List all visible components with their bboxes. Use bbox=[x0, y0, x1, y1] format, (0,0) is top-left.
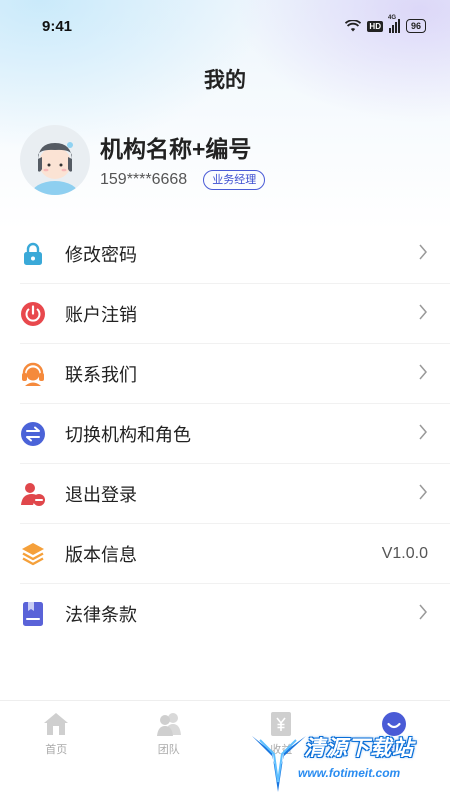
menu-item-label: 版本信息 bbox=[65, 545, 137, 565]
user-logout-icon bbox=[20, 481, 46, 507]
status-time: 9:41 bbox=[42, 17, 73, 35]
status-icons: HD 4G 96 bbox=[345, 15, 426, 33]
watermark: 清源下载站 www.fotimeit.com bbox=[250, 726, 430, 796]
network-label: 4G bbox=[387, 15, 396, 21]
org-name: 机构名称+编号 bbox=[100, 136, 252, 162]
chevron-right-icon bbox=[418, 304, 428, 325]
wifi-icon bbox=[345, 20, 362, 32]
battery-indicator: 96 bbox=[405, 19, 426, 33]
phone-row: 159****6668 业务经理 bbox=[100, 170, 266, 190]
menu-item-label: 联系我们 bbox=[65, 365, 137, 385]
status-bar: 9:41 HD 4G 96 bbox=[0, 0, 450, 52]
menu-item-change-password[interactable]: 修改密码 bbox=[0, 224, 450, 284]
menu-item-label: 退出登录 bbox=[65, 485, 137, 505]
tab-home[interactable]: 首页 bbox=[0, 701, 113, 800]
bookmark-doc-icon bbox=[20, 601, 46, 627]
menu-item-label: 账户注销 bbox=[65, 305, 137, 325]
switch-arrows-icon bbox=[20, 421, 46, 447]
chevron-right-icon bbox=[418, 604, 428, 625]
tab-label: 团队 bbox=[157, 744, 180, 756]
lock-icon bbox=[20, 241, 46, 267]
menu-item-label: 修改密码 bbox=[65, 245, 137, 265]
phone-number: 159****6668 bbox=[100, 171, 188, 188]
home-icon bbox=[43, 711, 69, 737]
menu-item-version-info[interactable]: 版本信息 V1.0.0 bbox=[0, 524, 450, 584]
menu-item-label: 切换机构和角色 bbox=[65, 425, 191, 445]
hd-badge: HD bbox=[367, 20, 383, 32]
menu-item-switch-org-role[interactable]: 切换机构和角色 bbox=[0, 404, 450, 464]
role-badge: 业务经理 bbox=[203, 170, 266, 190]
menu-item-label: 法律条款 bbox=[65, 605, 137, 625]
menu-item-legal-terms[interactable]: 法律条款 bbox=[0, 584, 450, 644]
chevron-right-icon bbox=[418, 244, 428, 265]
chevron-right-icon bbox=[418, 364, 428, 385]
power-off-icon bbox=[20, 301, 46, 327]
menu-item-delete-account[interactable]: 账户注销 bbox=[0, 284, 450, 344]
signal-icon: 4G bbox=[388, 15, 400, 33]
page-title: 我的 bbox=[204, 69, 246, 92]
tab-label: 首页 bbox=[45, 744, 68, 756]
chevron-right-icon bbox=[418, 424, 428, 445]
watermark-url: www.fotimeit.com bbox=[298, 766, 401, 780]
menu-item-logout[interactable]: 退出登录 bbox=[0, 464, 450, 524]
watermark-title: 清源下载站 bbox=[304, 737, 414, 760]
team-icon bbox=[156, 711, 182, 737]
headset-icon bbox=[20, 361, 46, 387]
chevron-right-icon bbox=[418, 484, 428, 505]
profile-info: 机构名称+编号 159****6668 业务经理 bbox=[100, 130, 266, 190]
layers-icon bbox=[20, 541, 46, 567]
avatar[interactable] bbox=[20, 125, 90, 195]
tab-team[interactable]: 团队 bbox=[113, 701, 226, 800]
profile-card[interactable]: 机构名称+编号 159****6668 业务经理 bbox=[20, 122, 430, 198]
version-value: V1.0.0 bbox=[381, 545, 428, 562]
watermark-logo-icon bbox=[252, 736, 306, 792]
menu-item-contact-us[interactable]: 联系我们 bbox=[0, 344, 450, 404]
settings-menu: 修改密码 账户注销 联系我们 切换机构和角色 退出登录 版本信息 V1.0.0 … bbox=[0, 224, 450, 644]
